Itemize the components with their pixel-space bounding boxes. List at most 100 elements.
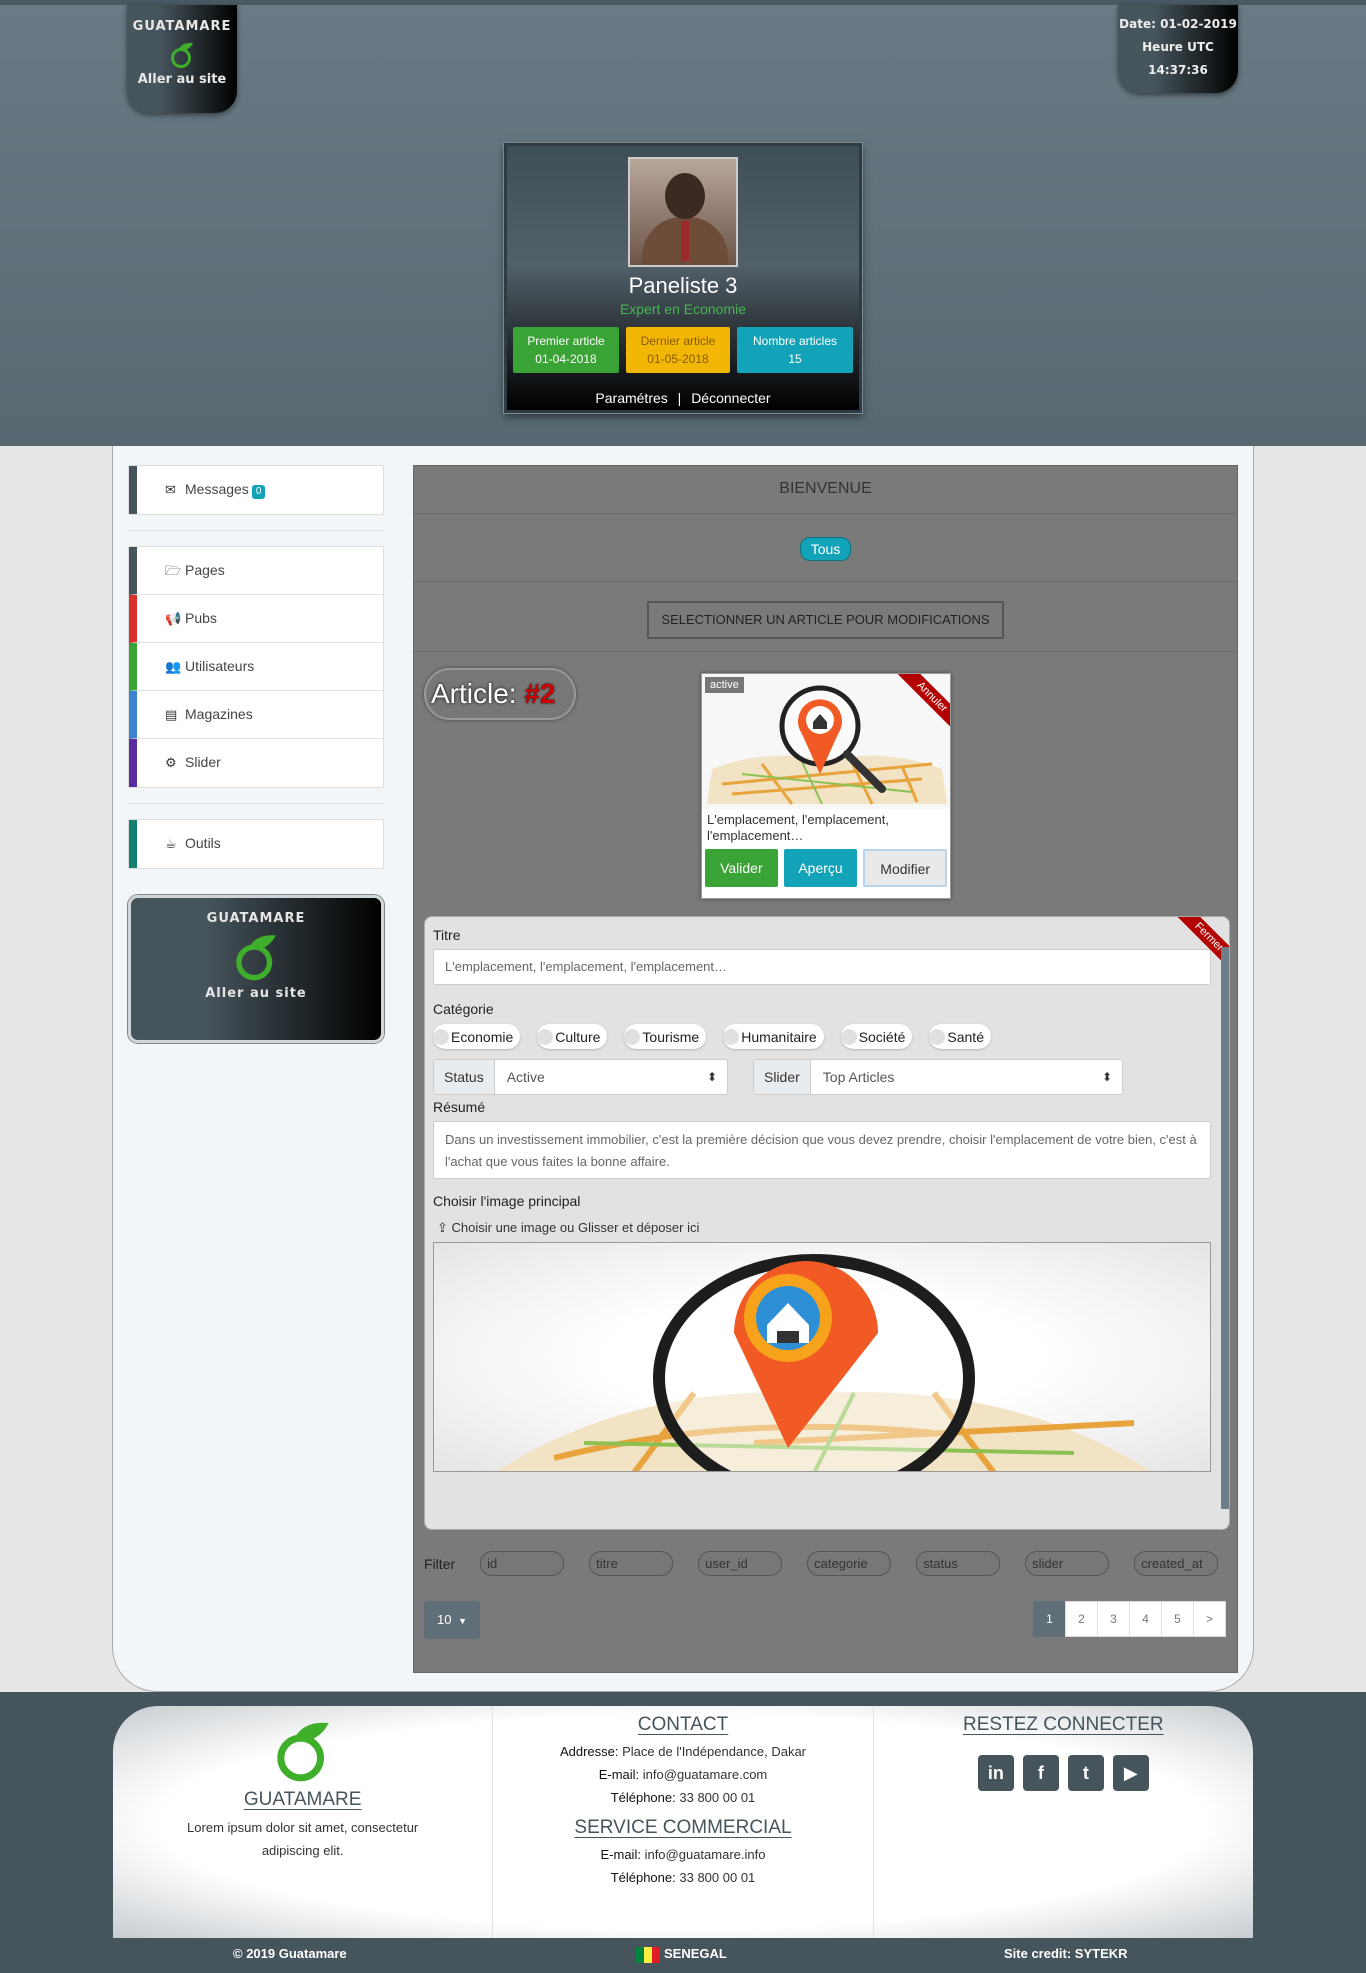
category-radio-sante[interactable]: Santé <box>929 1024 991 1049</box>
article-edit-form: Fermer Titre L'emplacement, l'emplacemen… <box>424 916 1230 1530</box>
filter-status-input[interactable]: status <box>916 1551 1001 1576</box>
brand-name: GUATAMARE <box>206 911 306 926</box>
youtube-icon[interactable]: ▶ <box>1112 1755 1149 1791</box>
sidebar-item-label: Pubs <box>185 610 217 626</box>
sidebar-item-tools[interactable]: ☕ Outils <box>129 820 383 868</box>
article-label-text: Article: <box>431 678 517 709</box>
folder-open-icon: 🗁 <box>165 563 182 578</box>
title-label: Titre <box>433 927 461 943</box>
leaf-logo-icon <box>236 935 276 981</box>
filter-categorie-input[interactable]: categorie <box>807 1551 892 1576</box>
sidebar-item-magazines[interactable]: ▤ Magazines <box>129 691 383 739</box>
summary-textarea[interactable]: Dans un investissement immobilier, c'est… <box>433 1121 1211 1179</box>
sidebar-item-label: Magazines <box>185 706 253 722</box>
form-scrollbar[interactable] <box>1221 947 1229 1509</box>
sidebar-item-pubs[interactable]: 📢 Pubs <box>129 595 383 643</box>
phone-value: 33 800 00 01 <box>679 1790 756 1805</box>
commercial-phone-value: 33 800 00 01 <box>679 1870 756 1885</box>
logout-link[interactable]: Déconnecter <box>691 390 770 406</box>
filter-all-badge[interactable]: Tous <box>799 537 852 561</box>
category-text: Santé <box>947 1028 984 1045</box>
stat-label: Premier article <box>527 334 605 348</box>
main-image-label: Choisir l'image principal <box>433 1193 581 1209</box>
title-input[interactable]: L'emplacement, l'emplacement, l'emplacem… <box>433 949 1211 985</box>
slider-select[interactable]: Slider Top Articles <box>753 1059 1123 1095</box>
contact-title: CONTACT <box>637 1714 729 1735</box>
go-to-site-label: Aller au site <box>205 986 307 1001</box>
time-text: 14:37:36 <box>1148 63 1208 77</box>
welcome-heading: BIENVENUE <box>414 466 1237 514</box>
article-number: #2 <box>524 678 556 709</box>
page-4-button[interactable]: 4 <box>1129 1601 1162 1637</box>
sidebar-item-users[interactable]: 👥 Utilisateurs <box>129 643 383 691</box>
edit-button[interactable]: Modifier <box>863 849 947 887</box>
category-text: Société <box>858 1028 906 1045</box>
site-credit: Site credit: SYTEKR <box>1004 1946 1128 1961</box>
twitter-icon[interactable]: t <box>1067 1755 1104 1791</box>
sidebar-item-label: Slider <box>185 754 221 770</box>
bullhorn-icon: 📢 <box>165 611 182 626</box>
avatar <box>628 157 738 267</box>
validate-button[interactable]: Valider <box>705 849 778 887</box>
filter-id-input[interactable]: id <box>480 1551 565 1576</box>
gears-icon: ⚙ <box>165 755 177 770</box>
status-select[interactable]: Status Active <box>433 1059 728 1095</box>
page-2-button[interactable]: 2 <box>1065 1601 1098 1637</box>
settings-link[interactable]: Paramétres <box>595 390 667 406</box>
category-radio-economie[interactable]: Economie <box>433 1024 521 1049</box>
category-text: Economie <box>451 1028 514 1045</box>
filter-created-at-input[interactable]: created_at <box>1134 1551 1219 1576</box>
stat-value: 01-05-2018 <box>647 352 709 366</box>
filter-slider-input[interactable]: slider <box>1025 1551 1110 1576</box>
address-label: Addresse: <box>559 1744 619 1759</box>
commercial-email-label: E-mail: <box>600 1847 641 1862</box>
filter-titre-input[interactable]: titre <box>589 1551 674 1576</box>
page-size-dropdown[interactable]: 10 ▼ <box>424 1601 480 1639</box>
upload-dropzone-label[interactable]: ⇪ Choisir une image ou Glisser et dépose… <box>437 1220 1229 1236</box>
slider-select-label: Slider <box>754 1060 811 1094</box>
page-5-button[interactable]: 5 <box>1161 1601 1194 1637</box>
sidebar-item-pages[interactable]: 🗁 Pages <box>129 547 383 595</box>
select-article-button[interactable]: SELECTIONNER UN ARTICLE POUR MODIFICATIO… <box>647 601 1004 639</box>
content-panel: BIENVENUE Tous SELECTIONNER UN ARTICLE P… <box>413 465 1238 1673</box>
main-image-preview <box>433 1242 1211 1472</box>
commercial-email-value[interactable]: info@guatamare.info <box>645 1847 766 1862</box>
category-text: Humanitaire <box>741 1028 817 1045</box>
sidebar-logo-link[interactable]: GUATAMARE Aller au site <box>128 895 384 1043</box>
footer-social: RESTEZ CONNECTER in f t ▶ <box>874 1706 1253 1938</box>
status-select-value: Active <box>495 1060 727 1094</box>
facebook-icon[interactable]: f <box>1022 1755 1059 1791</box>
caret-down-icon: ▼ <box>458 1616 468 1626</box>
stat-value: 01-04-2018 <box>535 352 597 366</box>
stat-last-article: Dernier article 01-05-2018 <box>626 327 730 373</box>
email-value[interactable]: info@guatamare.com <box>643 1767 767 1782</box>
page-1-button[interactable]: 1 <box>1033 1601 1066 1637</box>
users-icon: 👥 <box>165 659 182 674</box>
country-label: SENEGAL <box>636 1946 727 1963</box>
coffee-icon: ☕ <box>165 836 177 851</box>
article-card-text: L'emplacement, l'emplacement, l'emplacem… <box>707 812 889 843</box>
next-page-button[interactable]: > <box>1193 1601 1226 1637</box>
category-radio-culture[interactable]: Culture <box>537 1024 608 1049</box>
copyright-text: © 2019 Guatamare <box>233 1946 347 1961</box>
social-title: RESTEZ CONNECTER <box>963 1714 1164 1735</box>
header-logo-link[interactable]: GUATAMARE Aller au site <box>127 5 237 113</box>
category-radio-tourisme[interactable]: Tourisme <box>624 1024 707 1049</box>
footer-contact: CONTACT Addresse: Place de l'Indépendanc… <box>493 1706 874 1938</box>
sidebar: ✉ Messages 0 🗁 Pages 📢 Pubs 👥 Utilisateurs ▤ M… <box>128 465 384 1043</box>
category-radio-humanitaire[interactable]: Humanitaire <box>723 1024 824 1049</box>
preview-button[interactable]: Aperçu <box>783 849 858 887</box>
phone-label: Téléphone: <box>610 1790 676 1805</box>
sidebar-item-slider[interactable]: ⚙ Slider <box>129 739 383 787</box>
summary-label: Résumé <box>433 1099 486 1115</box>
sidebar-item-messages[interactable]: ✉ Messages 0 <box>129 466 383 514</box>
page-3-button[interactable]: 3 <box>1097 1601 1130 1637</box>
linkedin-icon[interactable]: in <box>977 1755 1014 1791</box>
timezone-text: Heure UTC <box>1142 40 1214 54</box>
stat-first-article: Premier article 01-04-2018 <box>513 327 619 373</box>
filter-label: Filter <box>424 1555 456 1572</box>
profile-card: Paneliste 3 Expert en Economie Premier a… <box>504 143 862 413</box>
category-radio-societe[interactable]: Société <box>840 1024 913 1049</box>
filter-user-id-input[interactable]: user_id <box>698 1551 783 1576</box>
stat-article-count: Nombre articles 15 <box>737 327 853 373</box>
